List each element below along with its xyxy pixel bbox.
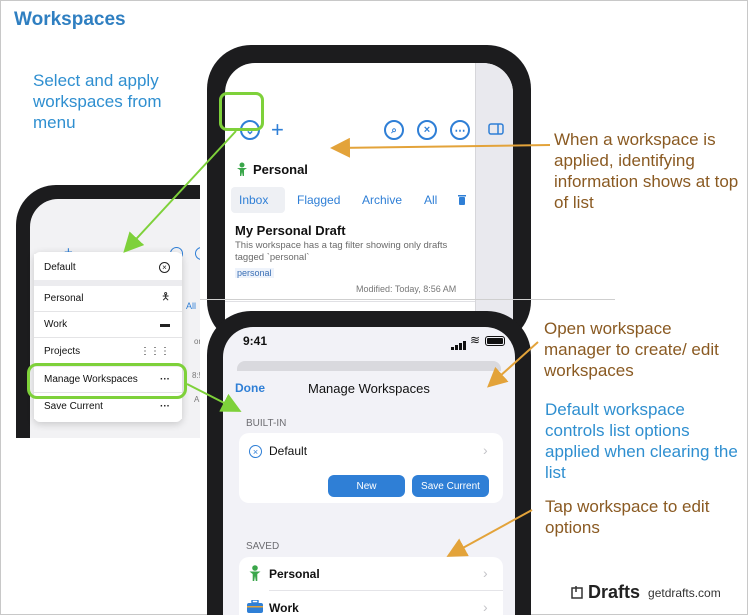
drafts-url: getdrafts.com xyxy=(648,585,721,600)
annotation-arrows xyxy=(123,130,551,557)
arrow-to-manage-header xyxy=(487,341,539,388)
arrow-to-personal xyxy=(446,509,533,557)
drafts-logo: Drafts getdrafts.com xyxy=(570,582,721,603)
drafts-logo-icon xyxy=(571,585,583,599)
drafts-brand: Drafts xyxy=(588,582,641,602)
arrow-to-menu xyxy=(123,130,237,253)
arrow-to-manager xyxy=(186,383,242,412)
arrow-to-workspace-header xyxy=(330,137,551,158)
